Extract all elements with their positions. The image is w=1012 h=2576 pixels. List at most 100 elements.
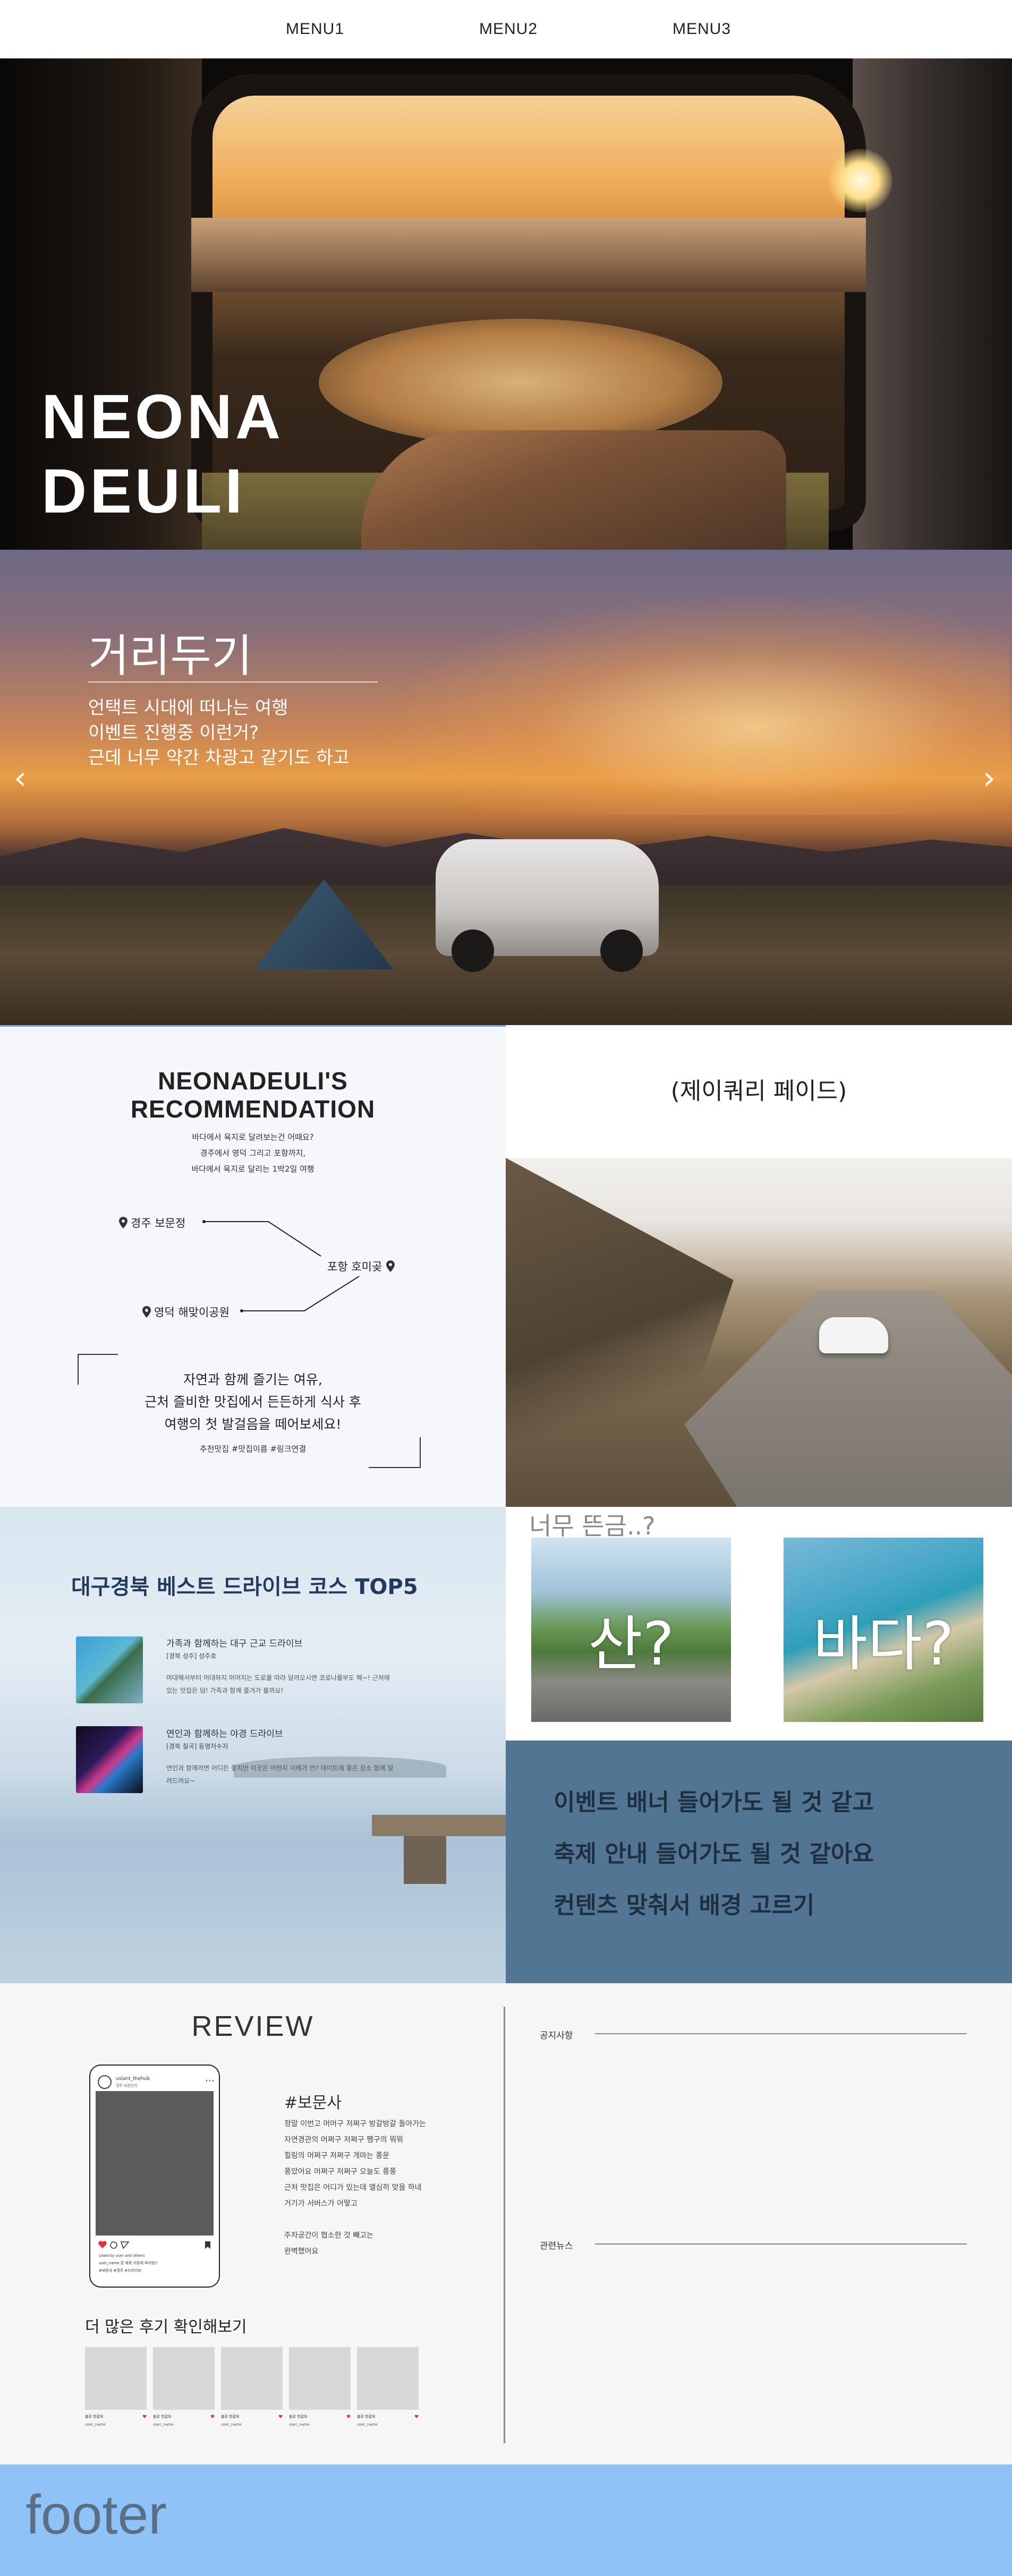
review-section: REVIEW uslant_thehub 경주 보문단지 ⋯ Liked by … [0, 1983, 506, 2464]
hero-banner: NEONA DEULI [0, 58, 1012, 550]
review-text-line: 완벽했어요 [284, 2247, 319, 2256]
review-text-line: 정말 이번고 머머구 저쩌구 방갈방갈 돌아가는 [284, 2120, 426, 2128]
camp-line-3: 근데 너무 약간 차광고 같기도 하고 [88, 747, 350, 769]
course-thumb-2[interactable] [76, 1726, 143, 1793]
post-caption-1: Liked by user and others [99, 2254, 145, 2258]
pin-yeongdeok[interactable]: 영덕 해맞이공원 [142, 1304, 229, 1320]
hero-sun [829, 149, 892, 212]
heart-icon[interactable]: ♥ [142, 2415, 147, 2420]
sea-label: 바다? [813, 1610, 954, 1679]
map-pin-icon [142, 1306, 151, 1318]
more-reviews-title[interactable]: 더 많은 후기 확인해보기 [85, 2314, 247, 2337]
review-card[interactable]: 블로 방갈와 user_name ♥ [289, 2347, 351, 2440]
top5-section: 대구경북 베스트 드라이브 코스 TOP5 가족과 함께하는 대구 근교 드라이… [0, 1507, 506, 1983]
nav-menu1[interactable]: MENU1 [286, 20, 344, 38]
bookmark-icon [205, 2241, 210, 2249]
related-news-label[interactable]: 관련뉴스 [540, 2238, 573, 2251]
heart-icon[interactable]: ♥ [346, 2415, 351, 2420]
heart-icon[interactable]: ♥ [414, 2415, 419, 2420]
jeju-fade-section: (제이쿼리 페이드) [506, 1025, 1012, 1507]
review-card[interactable]: 블로 방갈와 user_name ♥ [153, 2347, 215, 2440]
pin-label: 영덕 해맞이공원 [154, 1306, 229, 1319]
mountain-card[interactable]: 산? [531, 1538, 731, 1722]
pin-gyeongju[interactable]: 경주 보문정 [119, 1215, 185, 1231]
course-thumb-1[interactable] [76, 1636, 143, 1703]
camp-divider [88, 681, 378, 683]
reco-body-1: 자연과 함께 즐기는 여유, [183, 1372, 322, 1387]
related-news-divider [595, 2244, 967, 2245]
heart-icon[interactable]: ♥ [210, 2415, 215, 2420]
post-username: uslant_thehub [116, 2076, 150, 2082]
notice-divider [595, 2033, 967, 2034]
course-sub-2: [경북 칠곡] 동명저수지 [166, 1743, 228, 1750]
hero-title: NEONA DEULI [41, 382, 284, 526]
share-icon [120, 2241, 130, 2249]
choice-question: 너무 뜬금..? [529, 1512, 656, 1540]
more-icon[interactable]: ⋯ [205, 2075, 215, 2086]
suv-car [436, 839, 659, 972]
pin-pohang[interactable]: 포항 호미곶 [327, 1258, 398, 1274]
review-card[interactable]: 블로 방갈와 user_name ♥ [357, 2347, 419, 2440]
nav-menu3[interactable]: MENU3 [673, 20, 731, 38]
notice-label[interactable]: 공지사항 [540, 2028, 573, 2041]
pin-label: 경주 보문정 [131, 1217, 186, 1230]
reco-body-2: 근처 즐비한 맛집에서 든든하게 식사 후 [144, 1394, 361, 1410]
post-location: 경주 보문단지 [116, 2084, 138, 2088]
course-desc-2: 연인과 함께라면 어디든 좋지만 이곳은 어떤지 이해가 안? 데이트에 좋은 … [166, 1764, 394, 1785]
review-card-user: user_name [221, 2423, 242, 2427]
heart-icon [98, 2241, 107, 2248]
pier [372, 1815, 506, 1836]
reco-body-3: 여행의 첫 발걸음을 떼어보세요! [164, 1417, 342, 1432]
review-title: REVIEW [191, 2010, 314, 2042]
review-card-title: 블로 방갈와 [357, 2415, 376, 2419]
review-text-line: 거기가 서버스가 어떻고 [284, 2199, 358, 2208]
hero-car-interior-right [853, 58, 1012, 550]
avatar [98, 2075, 112, 2089]
review-text-line [284, 2212, 460, 2228]
review-card-title: 블로 방갈와 [221, 2415, 240, 2419]
course-title-1[interactable]: 가족과 함께하는 대구 근교 드라이브 [166, 1636, 302, 1649]
event-line-2: 축제 안내 들어가도 될 것 같아요 [554, 1840, 874, 1867]
news-section: 공지사항 관련뉴스 [506, 1983, 1012, 2464]
route-map [202, 1220, 360, 1312]
review-text: 정말 이번고 머머구 저쩌구 방갈방갈 돌아가는 자연경관의 머쩌구 저쩌구 쨍… [284, 2116, 460, 2259]
mountain-label: 산? [588, 1610, 675, 1679]
reco-tags[interactable]: 추천맛집 #맛집이름 #링크연결 [0, 1443, 506, 1454]
sea-card[interactable]: 바다? [784, 1538, 983, 1722]
pin-label: 포항 호미곶 [327, 1260, 382, 1273]
review-card-title: 블로 방갈와 [153, 2415, 172, 2419]
review-card[interactable]: 블로 방갈와 user_name ♥ [221, 2347, 283, 2440]
heart-icon[interactable]: ♥ [278, 2415, 283, 2420]
review-card-user: user_name [289, 2423, 310, 2427]
post-caption-2: user_name 흰 제목 이렇게 파이팅!! [99, 2261, 158, 2265]
review-card[interactable]: 블로 방갈와 user_name ♥ [85, 2347, 147, 2440]
slider-next-button[interactable]: › [983, 762, 996, 794]
review-text-line: 근처 맛집은 어디가 있는데 앨심히 맞을 하네 [284, 2183, 422, 2192]
event-line-1: 이벤트 배너 들어가도 될 것 같고 [554, 1789, 874, 1816]
review-text-line: 힐링의 머쩌구 저쩌구 개마는 풍운 [284, 2152, 390, 2160]
slider-prev-button[interactable]: ‹ [14, 762, 27, 794]
post-caption-3: #보문사 #경주 #드라이브 [99, 2268, 142, 2273]
review-card-user: user_name [357, 2423, 378, 2427]
post-image [96, 2091, 214, 2236]
review-card-user: user_name [153, 2423, 174, 2427]
jeju-title: (제이쿼리 페이드) [670, 1078, 847, 1105]
map-pin-icon [119, 1217, 127, 1229]
footer: footer [0, 2464, 1012, 2576]
nav-menu2[interactable]: MENU2 [479, 20, 538, 38]
review-text-line: 자연경관의 머쩌구 저쩌구 쨍구의 뭐뭐 [284, 2136, 403, 2144]
event-banner: 이벤트 배너 들어가도 될 것 같고 축제 안내 들어가도 될 것 같아요 컨텐… [506, 1741, 1012, 1983]
camp-line-2: 이벤트 진행중 이런거? [88, 722, 259, 744]
review-hashtag: #보문사 [284, 2094, 342, 2112]
review-card-user: user_name [85, 2423, 106, 2427]
review-card-title: 블로 방갈와 [85, 2415, 104, 2419]
review-text-line: 주차공간이 협소한 것 빼고는 [284, 2231, 373, 2240]
review-card-title: 블로 방갈와 [289, 2415, 308, 2419]
review-text-line: 풍았어요 머쩌구 저쩌구 오늘도 풍풍 [284, 2168, 396, 2176]
instagram-post-mockup[interactable]: uslant_thehub 경주 보문단지 ⋯ Liked by user an… [89, 2065, 220, 2288]
course-title-2[interactable]: 연인과 함께하는 야경 드라이브 [166, 1726, 283, 1739]
course-desc-1: 머대해서부터 머대하지 머머지는 도로를 따라 달려오시면 코로나를부도 해~!… [166, 1674, 390, 1694]
post-actions [98, 2241, 210, 2249]
review-card-image [357, 2347, 419, 2410]
white-car [819, 1317, 888, 1353]
